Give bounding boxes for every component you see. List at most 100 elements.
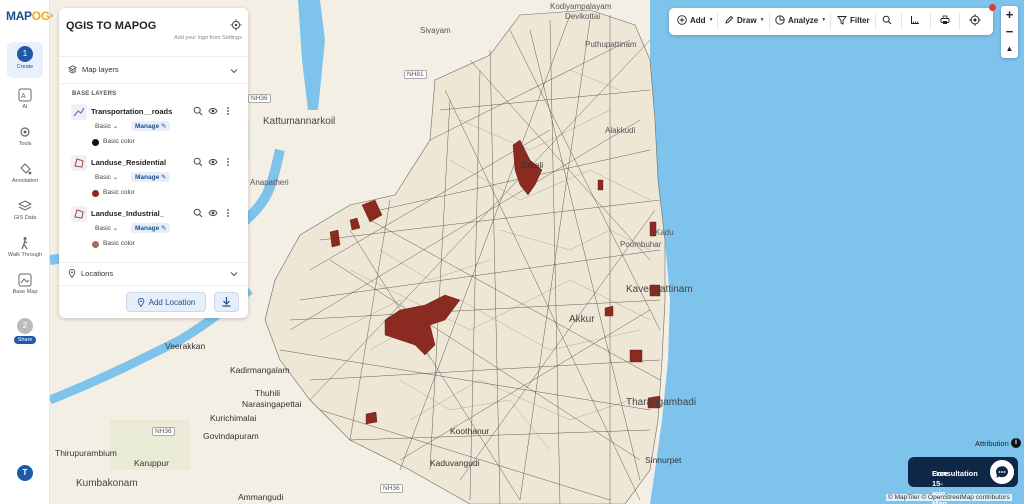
download-button[interactable]	[214, 292, 239, 312]
place-label: Koothanur	[450, 426, 490, 436]
print-button[interactable]	[940, 15, 950, 25]
filter-button[interactable]: Filter	[837, 15, 870, 25]
sidebar-item-label: GIS Data	[13, 215, 37, 221]
place-label: Tharangambadi	[626, 397, 697, 408]
sidebar-item-ai[interactable]: A AI	[0, 88, 50, 110]
place-label: Thirupurambium	[55, 448, 117, 458]
place-label: Kaveripattinam	[626, 284, 693, 295]
attribution-label[interactable]: Attribution	[975, 439, 1009, 448]
plus-circle-icon	[677, 15, 687, 25]
app-logo[interactable]: MAPOG	[6, 9, 50, 23]
search-button[interactable]	[882, 15, 892, 25]
divider	[59, 285, 248, 286]
sidebar-item-label: Walk Through	[8, 252, 42, 258]
sidebar-item-gis-data[interactable]: GIS Data	[0, 199, 50, 221]
zoom-in-button[interactable]: +	[1001, 6, 1018, 23]
add-label: Add	[690, 15, 706, 25]
layers-icon	[68, 65, 77, 74]
zoom-to-layer-icon[interactable]	[193, 106, 203, 116]
place-label: Sinnurpet	[645, 455, 682, 465]
eye-icon[interactable]	[208, 157, 218, 167]
place-label: Kurichimalai	[210, 413, 257, 423]
map-layers-header[interactable]: Map layers	[68, 65, 119, 74]
sidebar-item-label: Annotation	[11, 178, 39, 184]
zoom-out-button[interactable]: −	[1001, 23, 1018, 40]
info-icon[interactable]: i	[1011, 438, 1021, 448]
layer-item[interactable]: Landuse_Residential Basic ⌄ Manage ✎ Bas…	[71, 155, 241, 203]
place-label: Narasingapettai	[242, 399, 302, 409]
base-layers-label: BASE LAYERS	[72, 91, 117, 97]
manage-button[interactable]: Manage ✎	[131, 172, 171, 182]
chevron-down-icon[interactable]	[230, 67, 238, 75]
place-label: Sirkali	[520, 160, 544, 170]
eye-icon[interactable]	[208, 106, 218, 116]
polygon-layer-icon	[71, 155, 87, 171]
sidebar-item-annotation[interactable]: Annotation	[0, 162, 50, 184]
place-label: Kodiyampalayam	[550, 2, 612, 11]
layer-color-swatch[interactable]	[92, 139, 99, 146]
eye-icon[interactable]	[208, 208, 218, 218]
sidebar-item-create[interactable]: 1 Create	[0, 42, 50, 78]
place-label: Kadirmangalam	[230, 365, 290, 375]
analyze-button[interactable]: Analyze ▼	[775, 15, 826, 25]
layer-item[interactable]: Transportation__roads Basic ⌄ Manage ✎ B…	[71, 104, 241, 152]
paint-bucket-icon	[20, 163, 32, 175]
divider	[59, 56, 248, 57]
measure-button[interactable]	[910, 15, 920, 25]
sidebar-item-label: AI	[22, 104, 28, 110]
more-vertical-icon[interactable]	[223, 157, 233, 167]
ruler-icon	[911, 16, 919, 24]
road-shield: NH36	[380, 484, 403, 493]
manage-button[interactable]: Manage ✎	[131, 121, 171, 131]
place-label: Anapatheri	[250, 178, 289, 187]
more-vertical-icon[interactable]	[223, 208, 233, 218]
collapse-sidebar-icon[interactable]: ›	[50, 10, 58, 24]
add-location-button[interactable]: Add Location	[126, 292, 206, 312]
sidebar-item-share[interactable]: 2 Share	[0, 318, 50, 344]
location-pin-icon	[137, 297, 144, 307]
gear-icon[interactable]	[230, 19, 242, 31]
residential-patch	[629, 349, 643, 363]
user-avatar[interactable]: T	[17, 465, 33, 481]
draw-button[interactable]: Draw ▼	[724, 15, 765, 25]
layer-color-swatch[interactable]	[92, 190, 99, 197]
draw-label: Draw	[737, 15, 757, 25]
layer-item[interactable]: Landuse_Industrial_ Basic ⌄ Manage ✎ Bas…	[71, 206, 241, 254]
sidebar-item-base-map[interactable]: Base Map	[0, 273, 50, 295]
layer-color-label: Basic color	[103, 138, 135, 145]
place-label: Poombuhar	[620, 240, 662, 249]
sidebar-item-tools[interactable]: Tools	[0, 125, 50, 147]
left-sidebar: MAPOG 1 Create A AI Tools Annotation GIS…	[0, 0, 50, 504]
layer-style-select[interactable]: Basic ⌄	[95, 173, 118, 181]
divider	[769, 13, 770, 30]
layer-style-select[interactable]: Basic ⌄	[95, 122, 118, 130]
manage-button[interactable]: Manage ✎	[131, 223, 171, 233]
place-label: Ammangudi	[238, 492, 284, 502]
more-vertical-icon[interactable]	[223, 106, 233, 116]
place-label: Alakkudi	[605, 126, 636, 135]
chevron-down-icon[interactable]	[230, 270, 238, 278]
layer-color-label: Basic color	[103, 240, 135, 247]
download-icon	[222, 297, 231, 307]
divider	[59, 83, 248, 84]
chat-icon[interactable]	[990, 460, 1014, 484]
layer-style-select[interactable]: Basic ⌄	[95, 224, 118, 232]
map-attribution[interactable]: © MapTiler © OpenStreetMap contributors	[886, 494, 1012, 501]
place-label: Sivayam	[420, 26, 451, 35]
create-step-box: 1 Create	[7, 42, 43, 78]
locate-button[interactable]	[969, 14, 981, 26]
consultation-cta[interactable]: Free 15-min MapConsultation	[908, 457, 1018, 504]
zoom-to-layer-icon[interactable]	[193, 157, 203, 167]
caret-down-icon: ▼	[708, 17, 714, 23]
sidebar-item-label: Base Map	[12, 289, 38, 295]
layer-color-swatch[interactable]	[92, 241, 99, 248]
sidebar-item-walk-through[interactable]: Walk Through	[0, 236, 50, 258]
layer-color-label: Basic color	[103, 189, 135, 196]
zoom-to-layer-icon[interactable]	[193, 208, 203, 218]
add-button[interactable]: Add ▼	[677, 15, 714, 25]
search-icon	[882, 15, 892, 25]
compass-icon[interactable]: ▲	[1001, 40, 1018, 57]
locations-header[interactable]: Locations	[68, 269, 113, 278]
divider	[830, 13, 831, 30]
pie-chart-icon	[775, 15, 785, 25]
